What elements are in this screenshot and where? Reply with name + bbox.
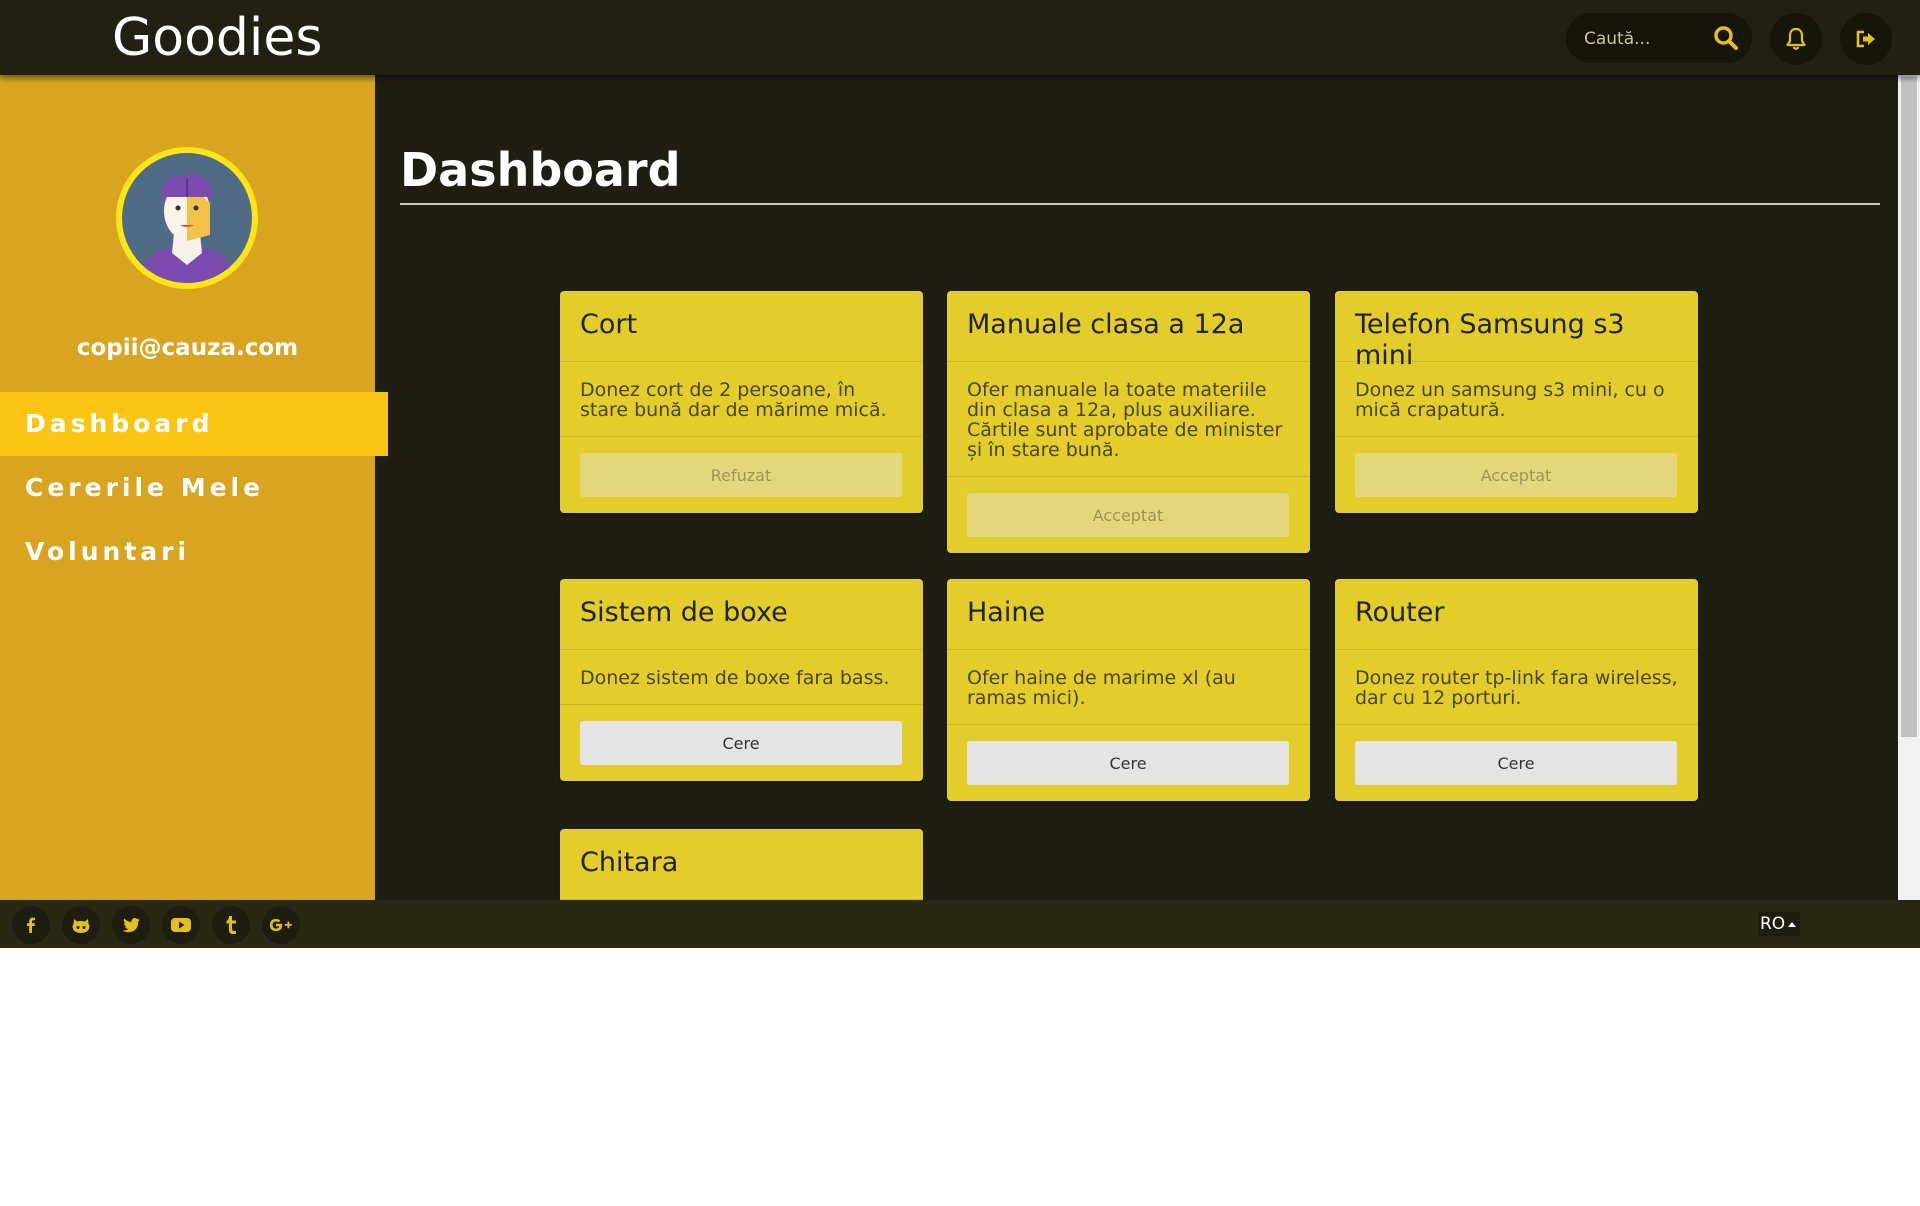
bell-icon <box>1786 27 1806 50</box>
card-footer: Cere <box>560 705 923 781</box>
user-email: copii@cauza.com <box>76 335 299 361</box>
tumblr-icon <box>226 916 236 934</box>
donation-card: Cort Donez cort de 2 persoane, în stare … <box>560 291 923 513</box>
sidebar: copii@cauza.com Dashboard Cererile Mele … <box>0 75 388 900</box>
donation-card: Sistem de boxe Donez sistem de boxe fara… <box>560 579 923 781</box>
app-window: Goodies Caută... copii@cauza.com Dashboa… <box>0 0 1920 948</box>
sidebar-item-voluntari[interactable]: Voluntari <box>0 520 375 584</box>
vertical-scrollbar[interactable] <box>1898 75 1920 900</box>
search-input[interactable] <box>1582 13 1706 65</box>
card-title: Cort <box>560 291 923 362</box>
twitter-link[interactable] <box>112 906 150 944</box>
card-footer: Refuzat <box>560 437 923 513</box>
card-title: Haine <box>947 579 1310 650</box>
card-description: Ofer manuale la toate materiile din clas… <box>947 362 1310 477</box>
avatar[interactable] <box>116 147 258 289</box>
request-button[interactable]: Cere <box>1355 741 1677 785</box>
donation-card: Manuale clasa a 12a Ofer manuale la toat… <box>947 291 1310 553</box>
main-content: Dashboard Cort Donez cort de 2 persoane,… <box>375 75 1900 929</box>
card-footer: Cere <box>947 725 1310 801</box>
donation-card: Haine Ofer haine de marime xl (au ramas … <box>947 579 1310 801</box>
card-footer: Acceptat <box>1335 437 1698 513</box>
title-divider <box>400 203 1880 205</box>
facebook-link[interactable] <box>12 906 50 944</box>
logout-button[interactable] <box>1840 13 1892 65</box>
youtube-icon <box>171 918 191 932</box>
card-title: Manuale clasa a 12a <box>947 291 1310 362</box>
youtube-link[interactable] <box>162 906 200 944</box>
google-plus-link[interactable] <box>262 906 300 944</box>
card-description: Donez cort de 2 persoane, în stare bună … <box>560 362 923 437</box>
google-plus-icon <box>270 919 292 931</box>
github-icon <box>72 919 90 933</box>
card-description: Donez un samsung s3 mini, cu o mică crap… <box>1335 362 1698 437</box>
user-avatar-image <box>122 153 252 283</box>
twitter-icon <box>122 918 140 933</box>
card-footer: Cere <box>1335 725 1698 801</box>
status-acceptat-button: Acceptat <box>967 493 1289 537</box>
footer: RO <box>0 900 1920 948</box>
card-title: Chitara <box>560 829 923 900</box>
github-link[interactable] <box>62 906 100 944</box>
language-selector[interactable]: RO <box>1758 912 1800 936</box>
card-title: Router <box>1335 579 1698 650</box>
card-title: Sistem de boxe <box>560 579 923 650</box>
caret-up-icon <box>1788 921 1797 927</box>
card-footer: Acceptat <box>947 477 1310 553</box>
language-label: RO <box>1760 914 1786 934</box>
tumblr-link[interactable] <box>212 906 250 944</box>
request-button[interactable]: Cere <box>580 721 902 765</box>
search-button[interactable] <box>1710 22 1742 54</box>
facebook-icon <box>27 917 35 933</box>
top-header: Goodies <box>0 0 1920 75</box>
sidebar-item-cererile-mele[interactable]: Cererile Mele <box>0 456 375 520</box>
donation-card: Telefon Samsung s3 mini Donez un samsung… <box>1335 291 1698 513</box>
scrollbar-thumb[interactable] <box>1901 77 1917 737</box>
card-title: Telefon Samsung s3 mini <box>1335 291 1698 371</box>
notifications-button[interactable] <box>1770 13 1822 65</box>
card-description: Ofer haine de marime xl (au ramas mici). <box>947 650 1310 725</box>
donation-card: Router Donez router tp-link fara wireles… <box>1335 579 1698 801</box>
status-refuzat-button: Refuzat <box>580 453 902 497</box>
status-acceptat-button: Acceptat <box>1355 453 1677 497</box>
logout-icon <box>1856 30 1875 48</box>
card-description: Donez router tp-link fara wireless, dar … <box>1335 650 1698 725</box>
search-icon <box>1714 26 1738 50</box>
sidebar-item-dashboard[interactable]: Dashboard <box>0 392 388 456</box>
search-box <box>1566 13 1752 65</box>
page-title: Dashboard <box>400 143 681 197</box>
request-button[interactable]: Cere <box>967 741 1289 785</box>
card-description: Donez sistem de boxe fara bass. <box>560 650 923 705</box>
brand-logo[interactable]: Goodies <box>112 6 322 70</box>
